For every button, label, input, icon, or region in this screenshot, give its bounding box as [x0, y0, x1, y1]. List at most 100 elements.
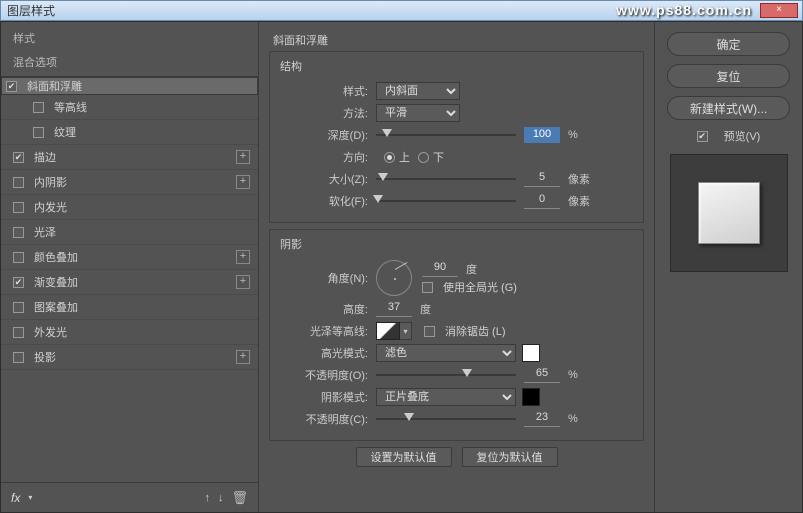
- styles-footer: fx ▾ ↑ ↓ 🗑: [1, 482, 258, 512]
- shadow-mode-label: 阴影模式:: [280, 389, 376, 405]
- style-label: 描边: [34, 149, 236, 165]
- make-default-button[interactable]: 设置为默认值: [356, 447, 452, 467]
- depth-input[interactable]: 100: [524, 127, 560, 143]
- style-checkbox[interactable]: [13, 252, 24, 263]
- direction-down-label: 下: [433, 149, 444, 165]
- style-label: 图案叠加: [34, 299, 250, 315]
- style-label: 样式:: [280, 83, 376, 99]
- direction-up-radio[interactable]: [384, 152, 395, 163]
- style-label: 渐变叠加: [34, 274, 236, 290]
- style-label: 颜色叠加: [34, 249, 236, 265]
- fx-icon[interactable]: fx: [11, 491, 20, 505]
- global-light-label: 使用全局光 (G): [443, 279, 517, 295]
- depth-slider[interactable]: [376, 128, 516, 142]
- arrow-up-icon[interactable]: ↑: [204, 492, 210, 504]
- style-checkbox[interactable]: [13, 327, 24, 338]
- add-effect-icon[interactable]: +: [236, 275, 250, 289]
- angle-input[interactable]: 90: [422, 261, 458, 277]
- style-checkbox[interactable]: [13, 152, 24, 163]
- trash-icon[interactable]: 🗑: [231, 490, 248, 506]
- preview-swatch: [698, 182, 760, 244]
- style-label: 内阴影: [34, 174, 236, 190]
- dialog-body: 样式 混合选项 斜面和浮雕等高线纹理描边+内阴影+内发光光泽颜色叠加+渐变叠加+…: [0, 21, 803, 513]
- styles-list: 斜面和浮雕等高线纹理描边+内阴影+内发光光泽颜色叠加+渐变叠加+图案叠加外发光投…: [1, 77, 258, 482]
- style-checkbox[interactable]: [13, 202, 24, 213]
- add-effect-icon[interactable]: +: [236, 175, 250, 189]
- direction-down-radio[interactable]: [418, 152, 429, 163]
- style-item-8[interactable]: 渐变叠加+: [1, 270, 258, 295]
- antialias-label: 消除锯齿 (L): [445, 323, 506, 339]
- highlight-opacity-slider[interactable]: [376, 368, 516, 382]
- style-item-2[interactable]: 纹理: [1, 120, 258, 145]
- style-item-5[interactable]: 内发光: [1, 195, 258, 220]
- altitude-unit: 度: [420, 301, 431, 317]
- styles-header: 样式: [1, 22, 258, 50]
- method-select[interactable]: 平滑: [376, 104, 460, 122]
- global-light-checkbox[interactable]: [422, 282, 433, 293]
- style-checkbox[interactable]: [13, 177, 24, 188]
- altitude-input[interactable]: 37: [376, 301, 412, 317]
- soften-input[interactable]: 0: [524, 193, 560, 209]
- style-item-3[interactable]: 描边+: [1, 145, 258, 170]
- method-label: 方法:: [280, 105, 376, 121]
- shadow-opacity-unit: %: [568, 413, 578, 425]
- preview-checkbox[interactable]: [697, 131, 708, 142]
- fx-chevron-icon[interactable]: ▾: [28, 493, 32, 502]
- gloss-contour-label: 光泽等高线:: [280, 323, 376, 339]
- angle-label: 角度(N):: [280, 270, 376, 286]
- style-checkbox[interactable]: [33, 102, 44, 113]
- shading-group: 阴影 角度(N): 90 度 使用全局光 (G) 高度:37 度 光泽等高线: ▾ 消除…: [269, 229, 644, 441]
- angle-dial[interactable]: [376, 260, 412, 296]
- shading-title: 阴影: [280, 236, 633, 252]
- style-item-1[interactable]: 等高线: [1, 95, 258, 120]
- style-checkbox[interactable]: [33, 127, 44, 138]
- gloss-contour-swatch[interactable]: [376, 322, 400, 340]
- antialias-checkbox[interactable]: [424, 326, 435, 337]
- shadow-opacity-slider[interactable]: [376, 412, 516, 426]
- size-slider[interactable]: [376, 172, 516, 186]
- shadow-opacity-input[interactable]: 23: [524, 411, 560, 427]
- style-item-6[interactable]: 光泽: [1, 220, 258, 245]
- close-button[interactable]: ×: [760, 3, 798, 18]
- soften-unit: 像素: [568, 193, 590, 209]
- new-style-button[interactable]: 新建样式(W)...: [667, 96, 790, 120]
- style-checkbox[interactable]: [6, 81, 17, 92]
- style-label: 投影: [34, 349, 236, 365]
- style-checkbox[interactable]: [13, 352, 24, 363]
- shadow-color-swatch[interactable]: [522, 388, 540, 406]
- style-item-11[interactable]: 投影+: [1, 345, 258, 370]
- style-item-0[interactable]: 斜面和浮雕: [1, 77, 258, 95]
- altitude-label: 高度:: [280, 301, 376, 317]
- add-effect-icon[interactable]: +: [236, 350, 250, 364]
- style-item-7[interactable]: 颜色叠加+: [1, 245, 258, 270]
- ok-button[interactable]: 确定: [667, 32, 790, 56]
- style-item-4[interactable]: 内阴影+: [1, 170, 258, 195]
- angle-unit: 度: [466, 261, 477, 277]
- soften-slider[interactable]: [376, 194, 516, 208]
- titlebar: 图层样式 www.ps88.com.cn ×: [0, 0, 803, 21]
- style-select[interactable]: 内斜面: [376, 82, 460, 100]
- style-checkbox[interactable]: [13, 227, 24, 238]
- style-item-9[interactable]: 图案叠加: [1, 295, 258, 320]
- size-input[interactable]: 5: [524, 171, 560, 187]
- highlight-mode-label: 高光模式:: [280, 345, 376, 361]
- style-checkbox[interactable]: [13, 302, 24, 313]
- reset-default-button[interactable]: 复位为默认值: [462, 447, 558, 467]
- gloss-contour-dropdown[interactable]: ▾: [400, 322, 412, 340]
- style-checkbox[interactable]: [13, 277, 24, 288]
- arrow-down-icon[interactable]: ↓: [218, 492, 224, 504]
- style-item-10[interactable]: 外发光: [1, 320, 258, 345]
- blend-options-header[interactable]: 混合选项: [1, 50, 258, 77]
- direction-up-label: 上: [399, 149, 410, 165]
- shadow-mode-select[interactable]: 正片叠底: [376, 388, 516, 406]
- style-label: 内发光: [34, 199, 250, 215]
- add-effect-icon[interactable]: +: [236, 150, 250, 164]
- depth-unit: %: [568, 129, 578, 141]
- style-label: 斜面和浮雕: [27, 78, 253, 94]
- highlight-color-swatch[interactable]: [522, 344, 540, 362]
- default-buttons-row: 设置为默认值 复位为默认值: [269, 447, 644, 467]
- highlight-opacity-input[interactable]: 65: [524, 367, 560, 383]
- cancel-button[interactable]: 复位: [667, 64, 790, 88]
- highlight-mode-select[interactable]: 滤色: [376, 344, 516, 362]
- add-effect-icon[interactable]: +: [236, 250, 250, 264]
